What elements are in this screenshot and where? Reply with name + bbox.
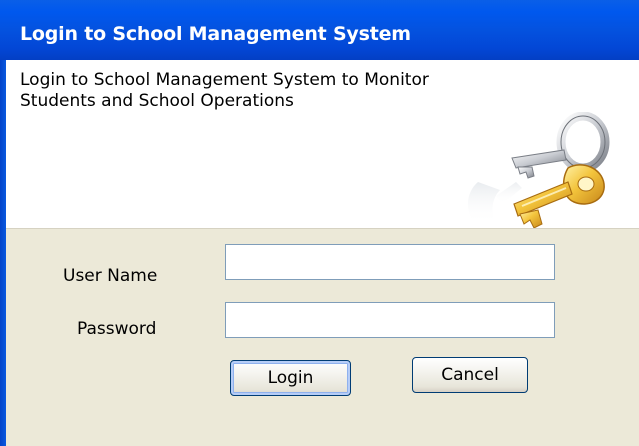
username-field[interactable]: [225, 244, 555, 280]
description-line-2: Students and School Operations: [20, 91, 294, 111]
banner-description: Login to School Management System to Mon…: [20, 70, 580, 112]
title-bar[interactable]: Login to School Management System: [0, 0, 639, 60]
cancel-button[interactable]: Cancel: [412, 357, 528, 393]
window-title: Login to School Management System: [20, 23, 411, 45]
password-field[interactable]: [225, 302, 555, 338]
login-form: User Name Password Login Cancel: [6, 228, 639, 446]
keys-icon: [467, 112, 610, 229]
header-banner: Login to School Management System to Mon…: [6, 60, 639, 229]
description-line-1: Login to School Management System to Mon…: [20, 70, 429, 90]
login-button[interactable]: Login: [230, 360, 351, 396]
login-window: Login to School Management System Login …: [0, 0, 639, 446]
username-label: User Name: [63, 266, 158, 286]
password-label: Password: [77, 319, 157, 339]
